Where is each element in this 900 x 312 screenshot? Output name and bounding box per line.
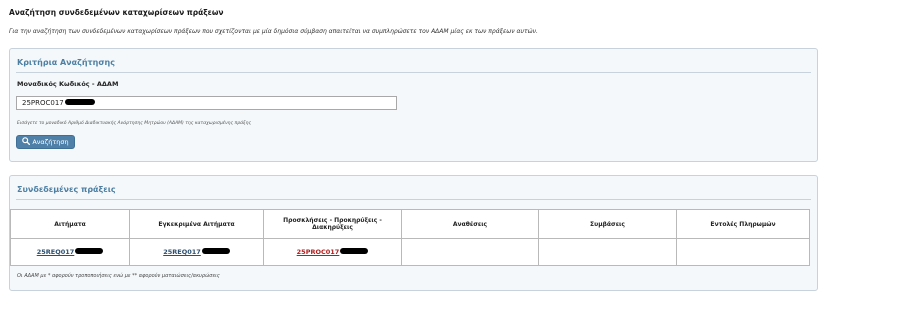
request-link[interactable]: 25REQ017 [37, 248, 104, 256]
approved-request-link[interactable]: 25REQ017 [163, 248, 230, 256]
redaction-mark [340, 248, 369, 254]
redaction-mark [64, 99, 95, 105]
panel-divider [16, 72, 811, 73]
table-header-row: Αιτήματα Εγκεκριμένα Αιτήματα Προσκλήσει… [10, 209, 810, 239]
column-header-assignments: Αναθέσεις [401, 209, 539, 239]
linked-acts-panel: Συνδεδεμένες πράξεις Αιτήματα Εγκεκριμέν… [9, 175, 818, 291]
adam-field-label: Μοναδικός Κωδικός - ΑΔΑΜ [17, 80, 119, 88]
page-title: Αναζήτηση συνδεδεμένων καταχωρίσεων πράξ… [9, 8, 224, 17]
approved-request-link-text: 25REQ017 [163, 248, 201, 256]
column-header-contracts: Συμβάσεις [538, 209, 677, 239]
table-cell [401, 238, 539, 266]
search-button-label: Αναζήτηση [32, 138, 69, 146]
column-header-requests: Αιτήματα [10, 209, 130, 239]
linked-acts-table: Αιτήματα Εγκεκριμένα Αιτήματα Προσκλήσει… [10, 209, 810, 266]
table-cell: 25REQ017 [10, 238, 130, 266]
redaction-mark [201, 248, 230, 254]
search-icon [22, 137, 31, 145]
redaction-mark [75, 248, 104, 254]
page-intro: Για την αναζήτηση των συνδεδεμένων καταχ… [9, 28, 538, 35]
criteria-panel-title: Κριτήρια Αναζήτησης [17, 58, 115, 67]
column-header-payment-orders: Εντολές Πληρωμών [676, 209, 810, 239]
notice-link[interactable]: 25PROC017 [297, 248, 369, 256]
table-cell: 25PROC017 [263, 238, 402, 266]
linked-panel-title: Συνδεδεμένες πράξεις [17, 185, 116, 194]
search-button[interactable]: Αναζήτηση [16, 135, 75, 149]
table-cell [538, 238, 677, 266]
adam-input-value: 25PROC017 [22, 99, 64, 107]
column-header-approved-requests: Εγκεκριμένα Αιτήματα [129, 209, 264, 239]
adam-input[interactable]: 25PROC017 [16, 96, 397, 110]
table-footnote: Οι ΑΔΑΜ με * αφορούν τροποποιήσεις ενώ μ… [17, 273, 220, 279]
panel-divider [16, 199, 811, 200]
request-link-text: 25REQ017 [36, 248, 75, 256]
table-row: 25REQ017 25REQ017 25PROC017 [10, 238, 810, 266]
notice-link-text: 25PROC017 [296, 248, 340, 256]
adam-field-help: Εισάγετε το μοναδικό Αριθμό Διαδικτυακής… [17, 121, 252, 126]
search-criteria-panel: Κριτήρια Αναζήτησης Μοναδικός Κωδικός - … [9, 48, 818, 162]
table-cell [676, 238, 810, 266]
table-cell: 25REQ017 [129, 238, 264, 266]
column-header-notices: Προσκλήσεις - Προκηρύξεις - Διακηρύξεις [263, 209, 402, 239]
